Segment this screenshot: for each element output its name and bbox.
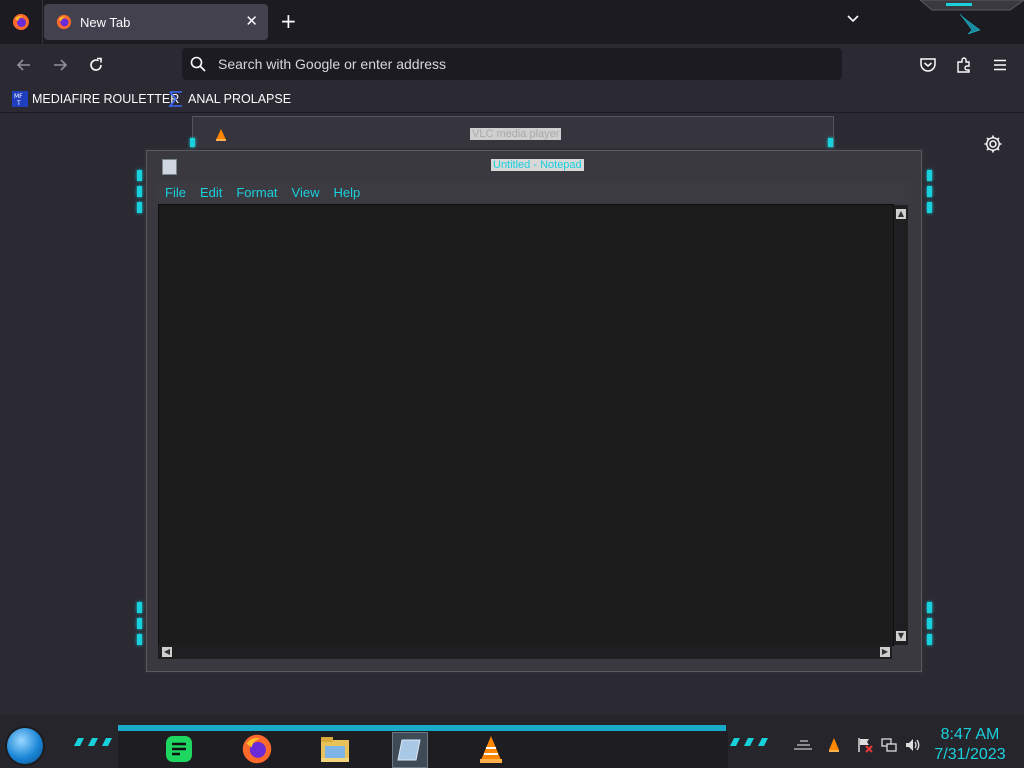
frame-light bbox=[137, 170, 142, 181]
app-menu-button[interactable] bbox=[988, 53, 1012, 77]
tab-title: New Tab bbox=[80, 14, 131, 30]
new-tab-button[interactable]: + bbox=[280, 10, 297, 32]
bookmark-label: MEDIAFIRE ROULETTER bbox=[32, 92, 180, 106]
menu-edit[interactable]: Edit bbox=[200, 185, 222, 200]
reload-button[interactable] bbox=[84, 53, 108, 77]
notepad-text-area[interactable] bbox=[158, 204, 894, 646]
address-bar[interactable] bbox=[182, 48, 842, 80]
system-clock[interactable]: 8:47 AM 7/31/2023 bbox=[930, 725, 1010, 765]
tab-new-tab[interactable]: New Tab ✕ bbox=[44, 4, 268, 40]
frame-light bbox=[137, 602, 142, 613]
mediafire-icon: MF T bbox=[12, 91, 28, 107]
forward-arrow-icon bbox=[54, 59, 68, 71]
notepad-icon bbox=[397, 739, 421, 761]
menu-help[interactable]: Help bbox=[333, 185, 360, 200]
vlc-tray-icon[interactable] bbox=[827, 737, 841, 753]
bookmark-anal-prolapse[interactable]: ANAL PROLAPSE bbox=[168, 90, 291, 108]
taskbar-notepad[interactable] bbox=[392, 732, 428, 768]
back-arrow-icon bbox=[16, 59, 30, 71]
sigma-icon bbox=[168, 91, 182, 107]
network-icon[interactable] bbox=[881, 737, 897, 753]
frame-light bbox=[137, 618, 142, 629]
theme-decoration bbox=[920, 0, 1024, 35]
horizontal-scrollbar[interactable]: ◀ ▶ bbox=[158, 645, 892, 659]
notepad-menubar: File Edit Format View Help bbox=[157, 182, 911, 202]
menu-format[interactable]: Format bbox=[236, 185, 277, 200]
svg-text:MF: MF bbox=[14, 93, 23, 100]
close-tab-icon[interactable]: ✕ bbox=[245, 13, 258, 29]
frame-light bbox=[927, 602, 932, 613]
frame-light bbox=[828, 138, 833, 147]
firefox-icon bbox=[56, 14, 72, 30]
reload-icon bbox=[90, 57, 102, 71]
taskbar-decoration bbox=[74, 738, 112, 746]
search-input[interactable] bbox=[216, 55, 820, 73]
taskbar-vlc[interactable] bbox=[474, 732, 508, 766]
frame-light bbox=[137, 186, 142, 197]
action-center-flag-icon[interactable] bbox=[857, 737, 873, 753]
back-button[interactable] bbox=[12, 53, 36, 77]
notepad-window-title: Untitled - Notepad bbox=[491, 159, 584, 171]
firefox-view-button[interactable] bbox=[0, 0, 43, 44]
taskbar-firefox[interactable] bbox=[240, 732, 274, 766]
notes-app-icon bbox=[166, 736, 192, 762]
bookmark-mediafire-rouletter[interactable]: MF T MEDIAFIRE ROULETTER bbox=[12, 90, 179, 108]
vlc-icon bbox=[216, 129, 226, 141]
show-hidden-icons[interactable] bbox=[792, 737, 814, 751]
hamburger-menu-icon bbox=[994, 59, 1006, 71]
frame-light bbox=[927, 618, 932, 629]
frame-light bbox=[137, 634, 142, 645]
forward-button[interactable] bbox=[48, 53, 72, 77]
frame-light bbox=[927, 634, 932, 645]
firefox-icon bbox=[13, 14, 29, 30]
search-icon bbox=[190, 56, 206, 72]
gear-icon[interactable] bbox=[983, 134, 1003, 154]
volume-icon[interactable] bbox=[905, 737, 921, 753]
vlc-icon bbox=[480, 736, 502, 763]
tab-strip: New Tab ✕ + bbox=[0, 0, 1024, 44]
taskbar: 8:47 AM 7/31/2023 bbox=[0, 715, 1024, 768]
puzzle-icon bbox=[957, 57, 970, 73]
frame-light bbox=[927, 202, 932, 213]
svg-text:T: T bbox=[16, 100, 21, 107]
firefox-icon bbox=[242, 734, 272, 764]
vlc-window-title: VLC media player bbox=[470, 128, 562, 140]
frame-light bbox=[927, 186, 932, 197]
frame-light bbox=[927, 170, 932, 181]
extensions-button[interactable] bbox=[952, 53, 976, 77]
taskbar-decoration bbox=[730, 738, 768, 746]
taskbar-notes-app[interactable] bbox=[162, 732, 196, 766]
menu-file[interactable]: File bbox=[165, 185, 186, 200]
pocket-icon bbox=[920, 58, 936, 72]
frame-light bbox=[137, 202, 142, 213]
bookmark-label: ANAL PROLAPSE bbox=[188, 92, 292, 106]
scroll-left-icon[interactable]: ◀ bbox=[162, 647, 172, 657]
clock-date: 7/31/2023 bbox=[934, 746, 1006, 763]
navigation-toolbar bbox=[0, 44, 1024, 86]
scroll-up-icon[interactable]: ▲ bbox=[896, 209, 906, 219]
bookmarks-toolbar: MF T MEDIAFIRE ROULETTER ANAL PROLAPSE bbox=[0, 86, 1024, 113]
scroll-down-icon[interactable]: ▼ bbox=[896, 631, 906, 641]
vertical-scrollbar[interactable]: ▲ ▼ bbox=[894, 205, 908, 645]
start-button[interactable] bbox=[7, 728, 43, 764]
clock-time: 8:47 AM bbox=[940, 726, 1000, 743]
pocket-button[interactable] bbox=[916, 53, 940, 77]
list-all-tabs-icon[interactable] bbox=[846, 12, 860, 26]
taskbar-file-explorer[interactable] bbox=[318, 732, 352, 766]
file-explorer-icon bbox=[321, 737, 349, 762]
frame-light bbox=[190, 138, 195, 147]
scroll-right-icon[interactable]: ▶ bbox=[880, 647, 890, 657]
menu-view[interactable]: View bbox=[292, 185, 320, 200]
notepad-icon bbox=[162, 159, 177, 175]
